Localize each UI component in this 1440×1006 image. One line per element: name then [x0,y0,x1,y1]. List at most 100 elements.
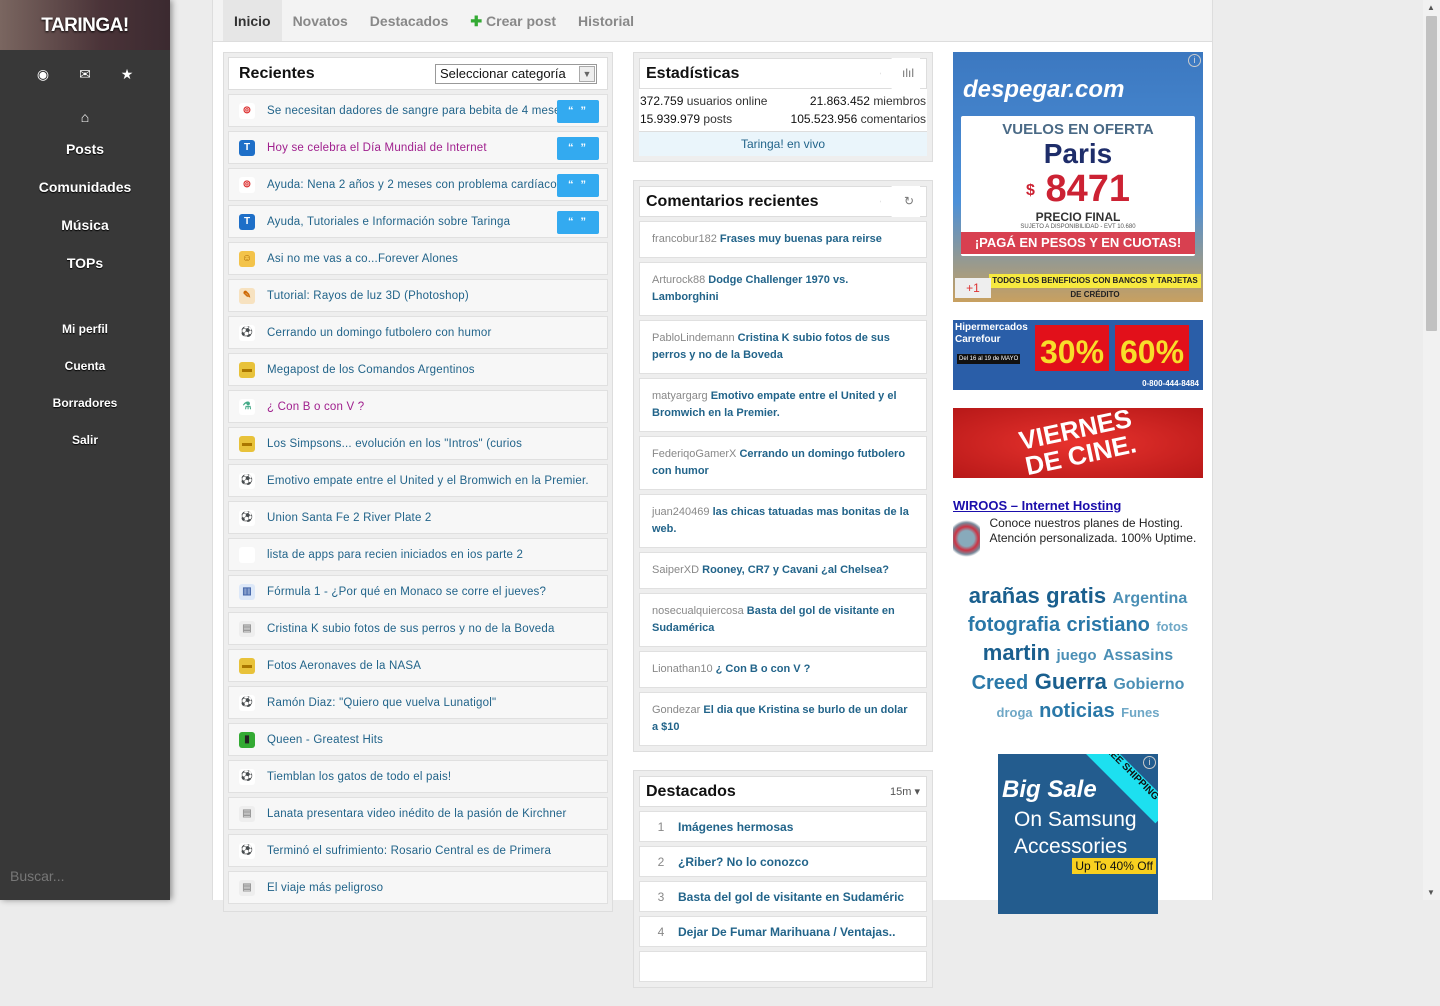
tag-link[interactable]: droga [997,705,1033,720]
viernes-de-cine-ad[interactable]: VIERNES DE CINE. [953,403,1203,481]
post-title[interactable]: Queen - Greatest Hits [267,734,383,746]
info-icon[interactable]: i [1143,756,1156,769]
post-title[interactable]: Asi no me vas a co...Forever Alones [267,253,458,265]
tab-historial[interactable]: Historial [567,0,645,41]
comment-user[interactable]: francobur182 [652,233,717,245]
post-title[interactable]: Los Simpsons... evolución en los "Intros… [267,438,522,450]
tag-link[interactable]: gratis [1046,583,1106,608]
comment-item[interactable]: nosecualquiercosa Basta del gol de visit… [639,593,927,647]
quote-button[interactable]: “ ” [557,137,599,160]
gplus-button[interactable]: +1 [955,278,991,298]
home-icon[interactable]: ⌂ [0,109,170,125]
tag-link[interactable]: cristiano [1067,614,1150,636]
tag-link[interactable]: noticias [1039,700,1115,722]
tag-link[interactable]: Gobierno [1113,676,1184,693]
tag-link[interactable]: Funes [1121,705,1159,720]
post-item[interactable]: ⚽ Ramón Diaz: "Quiero que vuelva Lunatigo… [228,686,608,719]
post-title[interactable]: Tiemblan los gatos de todo el pais! [267,771,451,783]
post-title[interactable]: lista de apps para recien iniciados en i… [267,549,523,561]
comment-user[interactable]: nosecualquiercosa [652,605,744,617]
tag-link[interactable]: fotos [1156,619,1188,634]
post-title[interactable]: Ayuda: Nena 2 años y 2 meses con problem… [267,179,557,191]
carrefour-ad[interactable]: Hipermercados Carrefour Del 16 al 19 de … [953,320,1203,390]
comment-post-title[interactable]: Rooney, CR7 y Cavani ¿al Chelsea? [702,564,889,576]
tag-link[interactable]: arañas [969,583,1040,608]
sidebar-item-1[interactable]: Comunidades [0,175,170,213]
refresh-icon[interactable]: ↻ [880,186,920,217]
post-title[interactable]: Se necesitan dadores de sangre para bebi… [267,105,567,117]
post-item[interactable]: ▤ Lanata presentara video inédito de la p… [228,797,608,830]
destacado-title[interactable]: Imágenes hermosas [678,820,793,834]
tag-link[interactable]: Argentina [1113,590,1188,607]
comment-user[interactable]: Lionathan10 [652,663,713,675]
quote-button[interactable]: “ ” [557,174,599,197]
post-title[interactable]: Tutorial: Rayos de luz 3D (Photoshop) [267,290,469,302]
post-title[interactable]: Union Santa Fe 2 River Plate 2 [267,512,432,524]
user-nav-item-2[interactable]: Borradores [0,391,170,428]
post-item[interactable]: T Hoy se celebra el Día Mundial de Intern… [228,131,608,164]
comment-item[interactable]: francobur182 Frases muy buenas para reir… [639,221,927,258]
quote-button[interactable]: “ ” [557,211,599,234]
tab-destacados[interactable]: Destacados [359,0,460,41]
comment-user[interactable]: juan240469 [652,506,710,518]
taringa-en-vivo-link[interactable]: Taringa! en vivo [639,131,927,156]
comment-user[interactable]: Gondezar [652,704,700,716]
post-title[interactable]: Cerrando un domingo futbolero con humor [267,327,492,339]
info-icon[interactable]: i [1188,54,1201,67]
destacado-item[interactable]: 3 Basta del gol de visitante en Sudaméric [639,881,927,912]
post-item[interactable]: ▥ Fórmula 1 - ¿Por qué en Monaco se corre… [228,575,608,608]
post-item[interactable]: ☺ Asi no me vas a co...Forever Alones [228,242,608,275]
tag-link[interactable]: juego [1056,647,1096,664]
post-title[interactable]: Emotivo empate entre el United y el Brom… [267,475,589,487]
sidebar-item-0[interactable]: Posts [0,137,170,175]
period-dropdown[interactable]: 15m ▾ [890,785,920,798]
search-input[interactable]: Buscar... [10,868,64,884]
post-item[interactable]: ⊚ Ayuda: Nena 2 años y 2 meses con proble… [228,168,608,201]
post-item[interactable]: ▬ Megapost de los Comandos Argentinos [228,353,608,386]
tab-inicio[interactable]: Inicio [223,0,282,41]
post-item[interactable]: ⚽ Emotivo empate entre el United y el Bro… [228,464,608,497]
post-item[interactable]: ▤ El viaje más peligroso [228,871,608,904]
post-item[interactable]: ▬ Fotos Aeronaves de la NASA [228,649,608,682]
comment-item[interactable]: matyargarg Emotivo empate entre el Unite… [639,378,927,432]
tag-link[interactable]: Assasins [1103,647,1173,664]
mail-icon[interactable]: ✉ [78,66,92,83]
post-title[interactable]: Megapost de los Comandos Argentinos [267,364,475,376]
wiroos-link[interactable]: WIROOS – Internet Hosting [953,498,1121,513]
comment-item[interactable]: FederiqoGamerX Cerrando un domingo futbo… [639,436,927,490]
comment-item[interactable]: SaiperXD Rooney, CR7 y Cavani ¿al Chelse… [639,552,927,589]
destacado-title[interactable]: ¿Riber? No lo conozco [678,855,809,869]
user-nav-item-3[interactable]: Salir [0,428,170,465]
comment-post-title[interactable]: Frases muy buenas para reirse [720,233,882,245]
post-title[interactable]: Terminó el sufrimiento: Rosario Central … [267,845,551,857]
comment-item[interactable]: PabloLindemann Cristina K subio fotos de… [639,320,927,374]
destacado-item[interactable] [639,951,927,982]
post-title[interactable]: Ayuda, Tutoriales e Información sobre Ta… [267,216,510,228]
comment-item[interactable]: Lionathan10 ¿ Con B o con V ? [639,651,927,688]
post-title[interactable]: ¿ Con B o con V ? [267,401,364,413]
category-select[interactable]: Seleccionar categoría ▼ [435,63,597,84]
user-nav-item-0[interactable]: Mi perfil [0,317,170,354]
tab-novatos[interactable]: Novatos [282,0,359,41]
comment-user[interactable]: matyargarg [652,390,708,402]
comment-user[interactable]: PabloLindemann [652,332,735,344]
destacado-title[interactable]: Basta del gol de visitante en Sudaméric [678,890,904,904]
samsung-ad[interactable]: FREE SHIPPING i Big Sale On Samsung Acce… [998,754,1158,914]
despegar-ad[interactable]: i despegar.com VUELOS EN OFERTA Paris $ … [953,52,1203,302]
post-item[interactable]: ⚗ ¿ Con B o con V ? [228,390,608,423]
post-item[interactable]: ⚽ Union Santa Fe 2 River Plate 2 [228,501,608,534]
comment-user[interactable]: SaiperXD [652,564,699,576]
tag-link[interactable]: Creed [972,672,1029,694]
user-nav-item-1[interactable]: Cuenta [0,354,170,391]
bar-chart-icon[interactable]: ılıl [880,58,920,89]
post-title[interactable]: Ramón Diaz: "Quiero que vuelva Lunatigol… [267,697,496,709]
post-title[interactable]: Cristina K subio fotos de sus perros y n… [267,623,555,635]
post-title[interactable]: Lanata presentara video inédito de la pa… [267,808,567,820]
destacado-title[interactable]: Dejar De Fumar Marihuana / Ventajas.. [678,925,895,939]
post-item[interactable]: ⊚ Se necesitan dadores de sangre para beb… [228,94,608,127]
comment-user[interactable]: Arturock88 [652,274,705,286]
post-item[interactable]: ▤ Cristina K subio fotos de sus perros y … [228,612,608,645]
tab-crear-post[interactable]: ✚ Crear post [459,0,567,41]
tag-link[interactable]: martin [983,640,1050,665]
eye-icon[interactable]: ◉ [36,66,50,83]
